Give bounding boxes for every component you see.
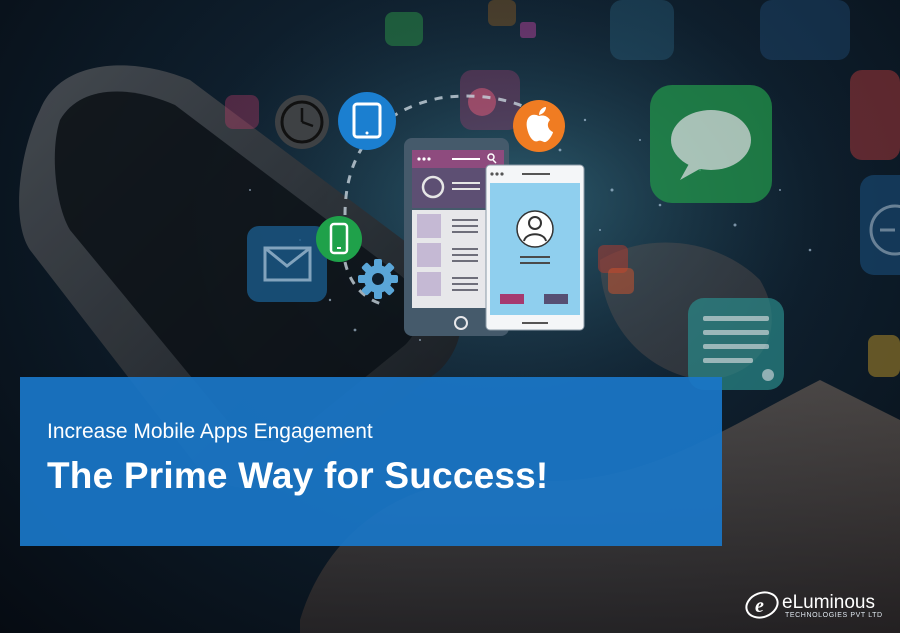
brand-tagline: TECHNOLOGIES PVT LTD [785,612,883,619]
brand-logo: e eLuminous TECHNOLOGIES PVT LTD [745,588,890,624]
brand-mark-icon: e [745,591,779,619]
promo-banner-image: Increase Mobile Apps Engagement The Prim… [0,0,900,633]
banner-subtitle: Increase Mobile Apps Engagement [47,420,373,443]
clock-icon [860,175,900,275]
chat-bubble-icon [650,85,772,203]
mail-icon [247,226,327,302]
app-mockup-profile [485,164,585,331]
brand-name: eLuminous [782,592,875,613]
headline-banner: Increase Mobile Apps Engagement The Prim… [20,377,722,546]
user-profile-icon [516,210,554,248]
brand-mark-letter: e [755,595,764,617]
clock-icon [275,95,329,149]
banner-headline: The Prime Way for Success! [47,455,549,496]
apple-icon [513,100,565,152]
smartphone-icon [316,216,362,262]
gear-icon [358,259,398,299]
tablet-icon [338,92,396,150]
